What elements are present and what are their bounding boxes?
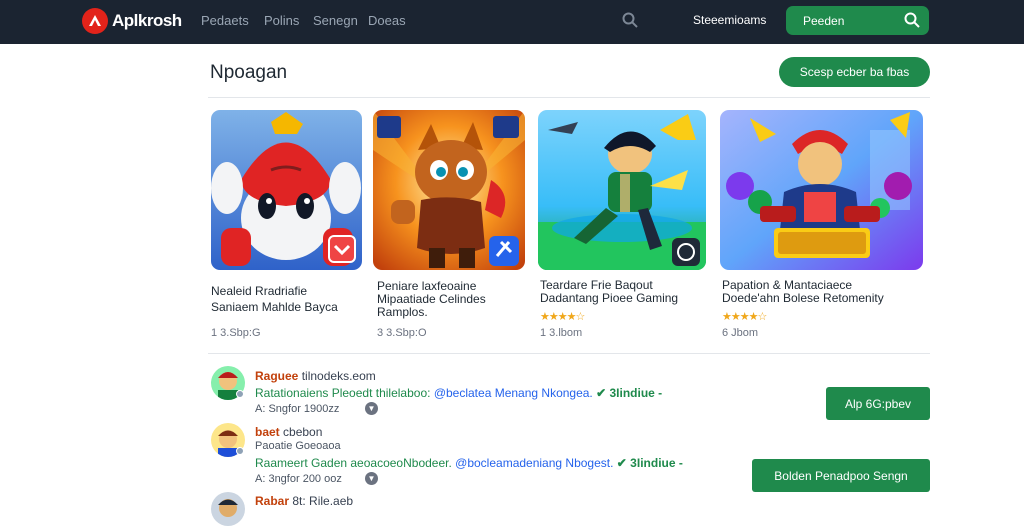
review-verified-text: ✔ 3Iindiue - (616, 456, 683, 470)
divider (208, 353, 930, 354)
nav-link-1[interactable]: Pedaets (201, 13, 249, 28)
search-button-label: Peeden (803, 14, 845, 28)
review-subtitle: Paoatie Goeoaoa (255, 440, 341, 452)
logo-mark-icon (82, 8, 108, 34)
game-title-line: Saniaem Mahlde Bayca (211, 300, 338, 314)
game-meta-4: 6 Jbom (722, 327, 759, 339)
account-link[interactable]: Steeemioams (693, 13, 766, 27)
app-logo[interactable]: Aplkrosh (82, 7, 182, 35)
nav-link-2[interactable]: Polins (264, 13, 299, 28)
search-icon (903, 11, 921, 29)
review-mention-link[interactable]: @bocleamadeniang Nbogest. (455, 456, 613, 470)
review-meta: A: 3ngfor 200 ooz (255, 473, 342, 485)
game-card-image-1[interactable] (211, 110, 362, 270)
reviewer-name[interactable]: Raguee tilnodeks.eom (255, 369, 376, 383)
rating-stars: ★★★★☆ (722, 311, 767, 323)
nav-link-3[interactable]: Senegn (313, 13, 358, 28)
game-title-1[interactable]: Nealeid Rradriafie Saniaem Mahlde Bayca (211, 285, 338, 314)
see-all-button[interactable]: Scesp ecber ba fbas (779, 57, 930, 87)
game-meta-1: 1 3.Sbp:G (211, 327, 261, 339)
follow-button[interactable]: Alp 6G:pbev (826, 387, 930, 420)
game-meta-2: 3 3.Sbp:O (377, 327, 427, 339)
reviewer-name[interactable]: Rabar 8t: Rile.aeb (255, 494, 353, 508)
divider (208, 97, 930, 98)
game-title-line: Dadantang Pioee Gaming (540, 291, 679, 305)
game-title-line: Doede'ahn Bolese Retomenity (722, 291, 884, 305)
section-title: Npoagan (210, 62, 288, 83)
game-card-image-3[interactable] (538, 110, 706, 270)
chevron-down-icon[interactable]: ▼ (365, 402, 378, 415)
review-text: Ratationaiens Pleoedt thilelaboo: @becla… (255, 386, 662, 400)
review-verified-text: ✔ 3Iindiue - (596, 386, 663, 400)
game-card-image-4[interactable] (720, 110, 923, 270)
game-meta-3: 1 3.lbom (540, 327, 583, 339)
review-mention-link[interactable]: @beclatea Menang Nkongea. (434, 386, 593, 400)
reviewer-handle: tilnodeks.eom (301, 369, 376, 383)
review-text-start: Raameert Gaden aeoacoeoNbodeer. (255, 456, 452, 470)
reviewer-name[interactable]: baet cbebon (255, 425, 322, 439)
avatar[interactable] (211, 492, 245, 526)
nav-link-4[interactable]: Doeas (368, 13, 406, 28)
reviewer-handle: 8t: Rile.aeb (292, 494, 354, 508)
game-title-3[interactable]: Teardare Frie Baqout Dadantang Pioee Gam… (540, 279, 678, 305)
reviewer-handle: cbebon (283, 425, 323, 439)
reviewer-name-text: Raguee (255, 369, 299, 383)
reviewer-name-text: Rabar (255, 494, 290, 508)
search-button[interactable]: Peeden (786, 6, 929, 35)
game-title-2[interactable]: Peniare laxfeoaine Mipaatiade Celindes R… (377, 280, 486, 319)
review-meta: A: Sngfor 1900zz (255, 403, 340, 415)
online-status-dot (236, 447, 244, 455)
review-text: Raameert Gaden aeoacoeoNbodeer. @bocleam… (255, 456, 683, 470)
logo-text: Aplkrosh (112, 11, 182, 30)
review-text-start: Ratationaiens Pleoedt thilelaboo: (255, 386, 431, 400)
rating-stars: ★★★★☆ (540, 311, 585, 323)
game-title-line: Nealeid Rradriafie (211, 284, 308, 298)
game-card-image-2[interactable] (373, 110, 525, 270)
game-title-line: Ramplos. (377, 305, 428, 319)
search-icon[interactable] (621, 11, 639, 29)
secondary-action-button[interactable]: Bolden Penadpoo Sengn (752, 459, 930, 492)
game-title-4[interactable]: Papation & Mantaciaece Doede'ahn Bolese … (722, 279, 884, 305)
chevron-down-icon[interactable]: ▼ (365, 472, 378, 485)
reviewer-name-text: baet (255, 425, 280, 439)
online-status-dot (236, 390, 244, 398)
top-navigation-bar: Aplkrosh Pedaets Polins Senegn Doeas Ste… (0, 0, 1024, 44)
